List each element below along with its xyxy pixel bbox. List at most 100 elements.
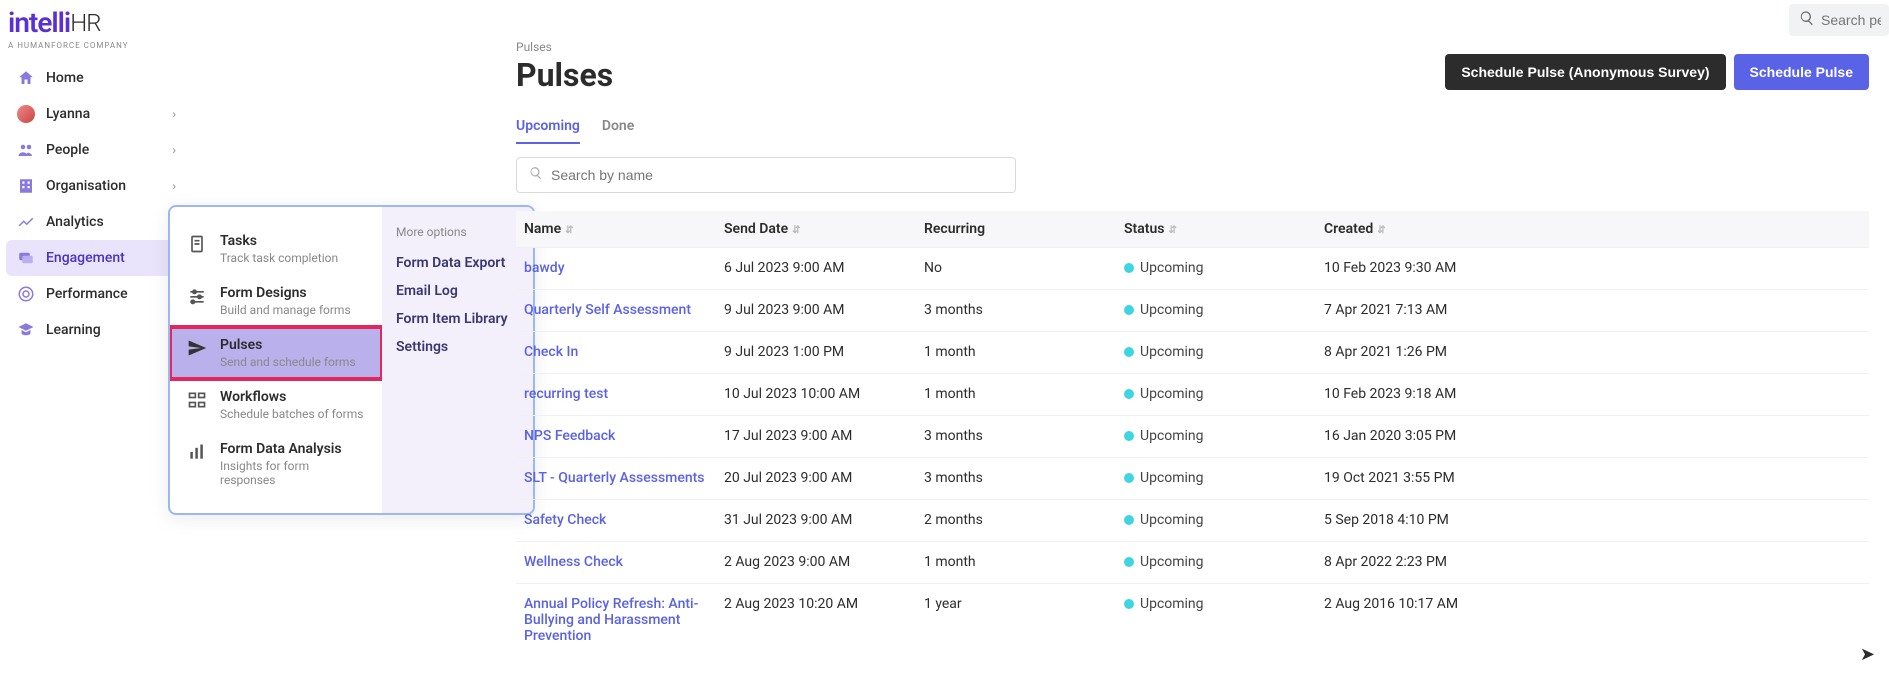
pulse-name-link[interactable]: recurring test [524, 386, 708, 402]
sidebar: Home Lyanna › People › Organisation › An… [6, 60, 186, 348]
pulse-search-input[interactable] [551, 167, 1003, 183]
pulse-name-link[interactable]: bawdy [524, 260, 708, 276]
send-icon [186, 337, 208, 359]
sort-icon: ⇵ [565, 225, 573, 236]
sidebar-item-engagement[interactable]: Engagement › [6, 240, 186, 276]
column-status[interactable]: Status⇵ [1116, 211, 1316, 248]
table-row: recurring test10 Jul 2023 10:00 AM1 mont… [516, 374, 1869, 416]
table-row: Annual Policy Refresh: Anti-Bullying and… [516, 584, 1869, 657]
flyout-link-settings[interactable]: Settings [396, 333, 519, 361]
flyout-item-pulses[interactable]: PulsesSend and schedule forms [170, 327, 382, 379]
table-row: Quarterly Self Assessment 9 Jul 2023 9:00… [516, 290, 1869, 332]
flyout-link-email-log[interactable]: Email Log [396, 277, 519, 305]
cell-recurring: 1 year [916, 584, 1116, 657]
sidebar-item-label: Analytics [46, 214, 104, 230]
pulse-name-link[interactable]: Check In [524, 344, 708, 360]
global-search-input[interactable] [1821, 12, 1881, 28]
sidebar-item-analytics[interactable]: Analytics › [6, 204, 186, 240]
status-badge: Upcoming [1124, 470, 1204, 486]
sidebar-item-label: Engagement [46, 250, 125, 266]
cell-recurring: 3 months [916, 416, 1116, 458]
chart-icon [16, 212, 36, 232]
table-row: Safety Check31 Jul 2023 9:00 AM2 monthsU… [516, 500, 1869, 542]
sidebar-item-lyanna[interactable]: Lyanna › [6, 96, 186, 132]
flyout-link-form-data-export[interactable]: Form Data Export [396, 249, 519, 277]
people-icon [16, 140, 36, 160]
table-row: Wellness Check2 Aug 2023 9:00 AM1 monthU… [516, 542, 1869, 584]
schedule-pulse-button[interactable]: Schedule Pulse [1734, 54, 1869, 90]
cell-created: 10 Feb 2023 9:18 AM [1316, 374, 1869, 416]
pulse-name-link[interactable]: Wellness Check [524, 554, 708, 570]
sidebar-item-people[interactable]: People › [6, 132, 186, 168]
tab-done[interactable]: Done [602, 118, 634, 144]
cell-created: 16 Jan 2020 3:05 PM [1316, 416, 1869, 458]
flyout-item-tasks[interactable]: Tasks Track task completion [170, 223, 382, 275]
page-title: Pulses [516, 56, 613, 94]
chevron-right-icon: › [172, 143, 176, 157]
logo-subtitle: A HUMANFORCE COMPANY [8, 41, 129, 50]
flyout-item-title: Form Designs [220, 285, 351, 301]
column-name[interactable]: Name⇵ [516, 211, 716, 248]
flyout-item-title: Pulses [220, 337, 356, 353]
flyout-item-subtitle: Track task completion [220, 251, 338, 265]
pulse-name-link[interactable]: SLT - Quarterly Assessments [524, 470, 708, 486]
cell-created: 10 Feb 2023 9:30 AM [1316, 248, 1869, 290]
tab-upcoming[interactable]: Upcoming [516, 118, 580, 144]
flyout-more-header: More options [396, 225, 519, 239]
pulse-name-link[interactable]: Safety Check [524, 512, 708, 528]
document-icon [186, 233, 208, 255]
flyout-item-form-data-analysis[interactable]: Form Data AnalysisInsights for form resp… [170, 431, 382, 497]
avatar-icon [16, 104, 36, 124]
cell-send-date: 10 Jul 2023 10:00 AM [716, 374, 916, 416]
status-dot-icon [1124, 305, 1134, 315]
flyout-item-subtitle: Schedule batches of forms [220, 407, 363, 421]
sort-icon: ⇵ [792, 225, 800, 236]
logo-brand: intelli [8, 6, 70, 39]
status-badge: Upcoming [1124, 554, 1204, 570]
sidebar-item-learning[interactable]: Learning [6, 312, 186, 348]
column-send-date[interactable]: Send Date⇵ [716, 211, 916, 248]
cell-recurring: 2 months [916, 500, 1116, 542]
flyout-item-title: Tasks [220, 233, 338, 249]
sidebar-item-label: Home [46, 70, 84, 86]
breadcrumb: Pulses [516, 40, 1869, 54]
status-badge: Upcoming [1124, 596, 1204, 612]
chevron-right-icon: › [172, 179, 176, 193]
cell-recurring: 3 months [916, 290, 1116, 332]
search-icon [1799, 10, 1821, 30]
pulse-name-link[interactable]: NPS Feedback [524, 428, 708, 444]
pulse-name-link[interactable]: Annual Policy Refresh: Anti-Bullying and… [524, 596, 708, 644]
column-created[interactable]: Created⇵ [1316, 211, 1869, 248]
cell-send-date: 6 Jul 2023 9:00 AM [716, 248, 916, 290]
status-badge: Upcoming [1124, 512, 1204, 528]
status-dot-icon [1124, 431, 1134, 441]
flyout-item-workflows[interactable]: Workflows Schedule batches of forms [170, 379, 382, 431]
pulse-search[interactable] [516, 157, 1016, 193]
status-badge: Upcoming [1124, 302, 1204, 318]
cell-send-date: 17 Jul 2023 9:00 AM [716, 416, 916, 458]
status-dot-icon [1124, 389, 1134, 399]
cell-send-date: 20 Jul 2023 9:00 AM [716, 458, 916, 500]
flyout-item-title: Workflows [220, 389, 363, 405]
sidebar-item-label: Learning [46, 322, 101, 338]
pulse-name-link[interactable]: Quarterly Self Assessment [524, 302, 708, 318]
cell-created: 8 Apr 2021 1:26 PM [1316, 332, 1869, 374]
table-row: SLT - Quarterly Assessments 20 Jul 2023 9… [516, 458, 1869, 500]
status-badge: Upcoming [1124, 386, 1204, 402]
flyout-item-form-designs[interactable]: Form DesignsBuild and manage forms [170, 275, 382, 327]
target-icon [16, 284, 36, 304]
sidebar-item-label: People [46, 142, 89, 158]
sidebar-item-home[interactable]: Home [6, 60, 186, 96]
sidebar-item-organisation[interactable]: Organisation › [6, 168, 186, 204]
schedule-pulse-anonymous-button[interactable]: Schedule Pulse (Anonymous Survey) [1445, 54, 1725, 90]
cell-send-date: 9 Jul 2023 9:00 AM [716, 290, 916, 332]
cell-created: 19 Oct 2021 3:55 PM [1316, 458, 1869, 500]
column-recurring[interactable]: Recurring [916, 211, 1116, 248]
workflow-icon [186, 389, 208, 411]
global-search[interactable] [1789, 4, 1889, 36]
flyout-link-form-item-library[interactable]: Form Item Library [396, 305, 519, 333]
cell-recurring: 1 month [916, 542, 1116, 584]
table-row: Check In9 Jul 2023 1:00 PM1 monthUpcomin… [516, 332, 1869, 374]
sidebar-item-performance[interactable]: Performance › [6, 276, 186, 312]
status-dot-icon [1124, 557, 1134, 567]
